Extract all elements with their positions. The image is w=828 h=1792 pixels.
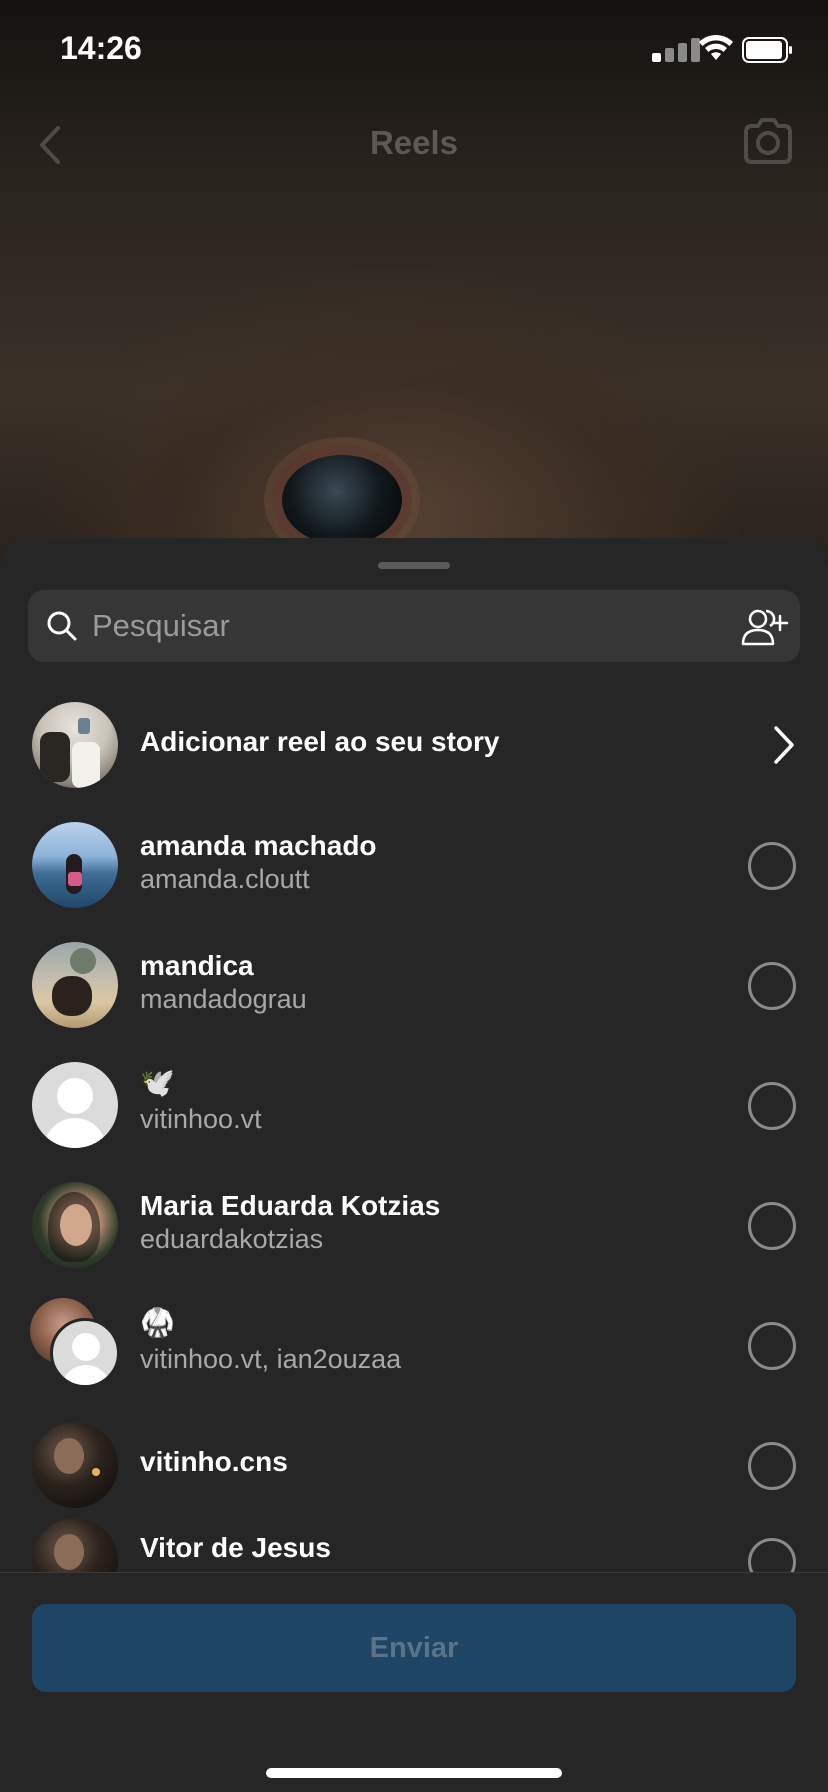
list-item[interactable]: Maria Eduarda Kotzias eduardakotzias	[0, 1164, 828, 1284]
chevron-right-icon	[774, 726, 794, 764]
avatar	[32, 1518, 118, 1572]
recipient-list: Adicionar reel ao seu story amanda macha…	[0, 684, 828, 1572]
avatar	[32, 822, 118, 908]
reel-image-eye	[282, 455, 402, 545]
add-to-story-row[interactable]: Adicionar reel ao seu story	[0, 684, 828, 804]
contact-name: Vitor de Jesus	[140, 1532, 331, 1563]
select-radio[interactable]	[748, 1082, 796, 1130]
camera-icon[interactable]	[742, 116, 794, 166]
top-nav: Reels	[0, 110, 828, 180]
home-indicator	[266, 1768, 562, 1778]
select-radio[interactable]	[748, 1322, 796, 1370]
default-avatar-icon	[32, 1062, 118, 1148]
group-name: 🥋	[140, 1306, 175, 1339]
select-radio[interactable]	[748, 1202, 796, 1250]
default-avatar-icon	[50, 1318, 120, 1388]
avatar	[32, 942, 118, 1028]
signal-icon	[652, 36, 704, 62]
select-radio[interactable]	[748, 1442, 796, 1490]
battery-icon	[742, 37, 792, 63]
contact-name: Maria Eduarda Kotzias	[140, 1190, 441, 1221]
select-radio[interactable]	[748, 842, 796, 890]
avatar	[32, 702, 118, 788]
page-title: Reels	[369, 124, 459, 161]
avatar	[32, 1182, 118, 1268]
select-radio[interactable]	[748, 1538, 796, 1572]
avatar	[32, 1422, 118, 1508]
status-bar: 14:26	[0, 0, 828, 100]
contact-username: amanda.cloutt	[140, 864, 310, 894]
list-item[interactable]: amanda machado amanda.cloutt	[0, 804, 828, 924]
list-item[interactable]: mandica mandadograu	[0, 924, 828, 1044]
list-item[interactable]: Vitor de Jesus	[0, 1518, 828, 1572]
share-sheet: Adicionar reel ao seu story amanda macha…	[0, 538, 828, 1792]
list-item[interactable]: 🥋 vitinhoo.vt, ian2ouzaa	[0, 1284, 828, 1404]
status-time: 14:26	[60, 30, 142, 66]
search-icon	[47, 611, 77, 641]
contact-name: amanda machado	[140, 830, 377, 861]
list-item[interactable]: 🕊️ vitinhoo.vt	[0, 1044, 828, 1164]
send-button[interactable]: Enviar	[32, 1604, 796, 1692]
add-people-icon[interactable]	[740, 606, 790, 648]
contact-name: 🕊️	[140, 1066, 175, 1099]
select-radio[interactable]	[748, 962, 796, 1010]
search-bar	[28, 590, 800, 662]
footer-divider	[0, 1572, 828, 1573]
add-to-story-label: Adicionar reel ao seu story	[140, 726, 500, 757]
contact-name: mandica	[140, 950, 254, 981]
contact-username: mandadograu	[140, 984, 307, 1014]
group-members: vitinhoo.vt, ian2ouzaa	[140, 1344, 402, 1374]
search-input[interactable]	[92, 590, 692, 662]
contact-username: eduardakotzias	[140, 1224, 324, 1254]
sheet-grabber[interactable]	[378, 562, 450, 569]
wifi-icon	[699, 34, 733, 60]
contact-name: vitinho.cns	[140, 1446, 288, 1477]
contact-username: vitinhoo.vt	[140, 1104, 262, 1134]
list-item[interactable]: vitinho.cns	[0, 1404, 828, 1524]
